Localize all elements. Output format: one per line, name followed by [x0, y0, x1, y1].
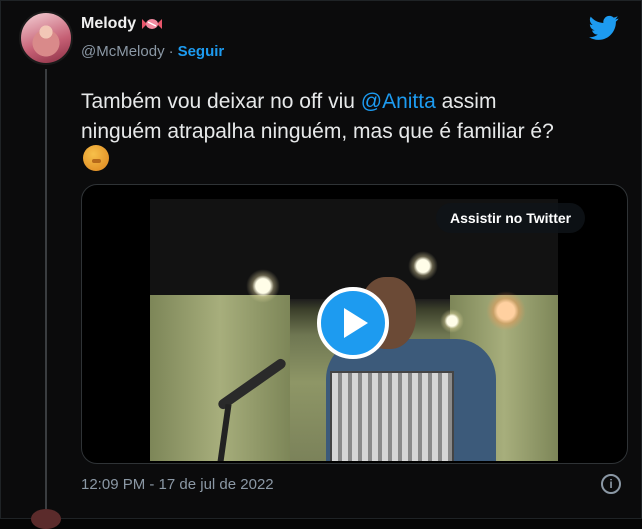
author-handle-row: @McMelody · Seguir [81, 43, 224, 60]
candy-icon [142, 19, 163, 29]
tweet-text-part: Também vou deixar no off viu [81, 90, 361, 113]
info-icon[interactable]: i [601, 474, 621, 494]
mention-link[interactable]: @Anitta [361, 90, 436, 113]
tweet-text-part: assim [435, 90, 497, 113]
watch-on-twitter-button[interactable]: Assistir no Twitter [436, 203, 586, 233]
author-name-row: Melody [81, 15, 163, 33]
stage-light [440, 309, 464, 333]
next-reply-avatar[interactable] [31, 509, 61, 529]
tweet-embed-card: Melody @McMelody · Seguir Também vou dei… [0, 0, 642, 529]
play-icon [344, 308, 368, 338]
tweet-timestamp[interactable]: 12:09 PM - 17 de jul de 2022 [81, 476, 274, 493]
stage-light [246, 269, 280, 303]
avatar[interactable] [19, 11, 73, 65]
play-button[interactable] [317, 287, 389, 359]
separator-dot: · [168, 43, 174, 60]
author-handle[interactable]: @McMelody [81, 43, 165, 60]
stage-light [408, 251, 438, 281]
tweet-text: Também vou deixar no off viu @Anitta ass… [81, 87, 626, 147]
tweet-line-2: ninguém atrapalha ninguém, mas que é fam… [81, 120, 554, 143]
author-name[interactable]: Melody [81, 15, 136, 33]
stage-light [486, 291, 526, 331]
accordion [330, 371, 454, 461]
tweet-line-1: Também vou deixar no off viu @Anitta ass… [81, 87, 626, 117]
follow-button[interactable]: Seguir [178, 43, 225, 60]
emoji-icon [83, 145, 109, 171]
twitter-bird-icon[interactable] [589, 15, 619, 41]
thread-line [45, 69, 47, 509]
video-embed[interactable]: Assistir no Twitter [81, 184, 628, 464]
